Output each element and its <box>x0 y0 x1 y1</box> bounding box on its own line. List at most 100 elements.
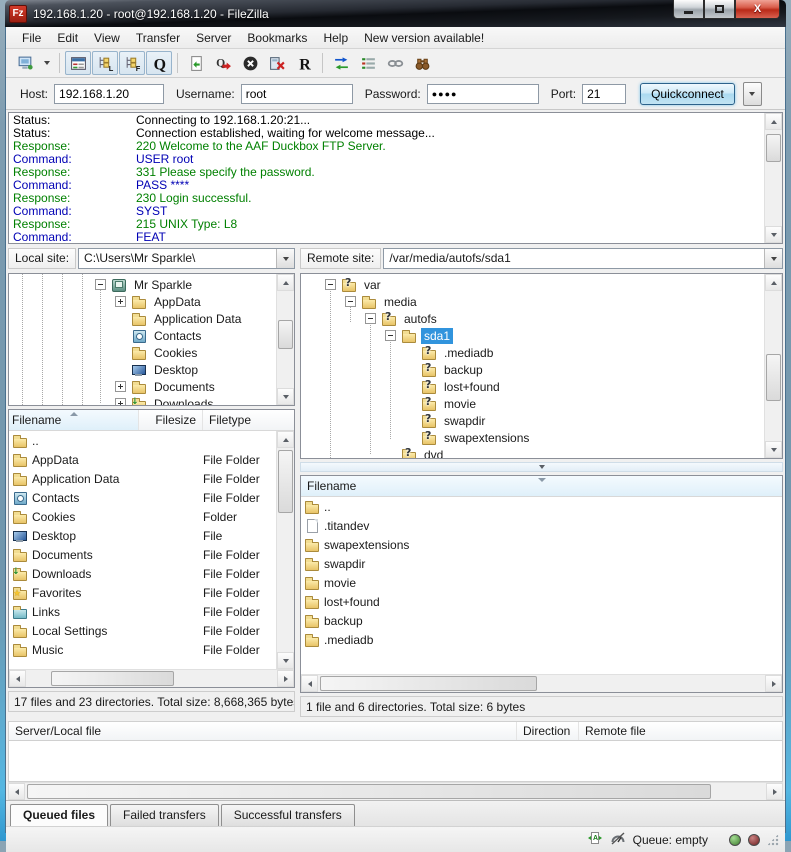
transfer-type-icon[interactable]: A <box>587 831 603 849</box>
local-file-row[interactable]: Application DataFile Folder <box>9 469 276 488</box>
expand-icon[interactable] <box>115 296 126 307</box>
queue-horizontal-scrollbar[interactable] <box>8 782 783 800</box>
tab-queued-files[interactable]: Queued files <box>10 804 108 826</box>
scrollbar-thumb[interactable] <box>278 320 293 349</box>
scroll-down-icon[interactable] <box>765 226 782 243</box>
remote-file-row[interactable]: movie <box>301 573 782 592</box>
port-input[interactable] <box>582 84 626 104</box>
synchronized-browsing-icon[interactable] <box>382 51 408 75</box>
column-header-filesize[interactable]: Filesize <box>139 410 203 430</box>
remote-site-combobox[interactable]: /var/media/autofs/sda1 <box>383 248 783 269</box>
menu-edit[interactable]: Edit <box>49 29 86 47</box>
tab-failed-transfers[interactable]: Failed transfers <box>110 804 219 826</box>
remote-tree-item[interactable]: movie <box>301 395 764 412</box>
local-list-vertical-scrollbar[interactable] <box>276 431 294 669</box>
remote-file-row[interactable]: swapextensions <box>301 535 782 554</box>
expand-icon[interactable] <box>115 398 126 405</box>
find-files-icon[interactable] <box>409 51 435 75</box>
remote-tree-item[interactable]: backup <box>301 361 764 378</box>
toggle-remote-tree-icon[interactable]: F <box>119 51 145 75</box>
menu-transfer[interactable]: Transfer <box>128 29 188 47</box>
remote-tree-item[interactable]: dvd <box>301 446 764 458</box>
quickconnect-button[interactable]: Quickconnect <box>640 83 735 105</box>
menu-new-version[interactable]: New version available! <box>356 29 492 47</box>
cancel-icon[interactable] <box>237 51 263 75</box>
remote-tree-item[interactable]: autofs <box>301 310 764 327</box>
remote-file-row[interactable]: .. <box>301 497 782 516</box>
toggle-message-log-icon[interactable] <box>65 51 91 75</box>
collapse-icon[interactable] <box>325 279 336 290</box>
scrollbar-thumb[interactable] <box>766 354 781 401</box>
remote-tree-item[interactable]: var <box>301 276 764 293</box>
scroll-left-icon[interactable] <box>301 675 318 692</box>
local-list-horizontal-scrollbar[interactable] <box>9 669 294 687</box>
remote-tree-vertical-scrollbar[interactable] <box>764 274 782 458</box>
menu-file[interactable]: File <box>14 29 49 47</box>
remote-tree-item-selected[interactable]: sda1 <box>301 327 764 344</box>
remote-tree-item[interactable]: .mediadb <box>301 344 764 361</box>
scrollbar-thumb[interactable] <box>320 676 537 691</box>
menu-view[interactable]: View <box>86 29 128 47</box>
scroll-right-icon[interactable] <box>766 783 783 800</box>
column-header-remote-file[interactable]: Remote file <box>579 722 782 740</box>
local-file-row[interactable]: Local SettingsFile Folder <box>9 621 276 640</box>
remote-file-row[interactable]: backup <box>301 611 782 630</box>
scroll-down-icon[interactable] <box>277 388 294 405</box>
local-file-row[interactable]: DocumentsFile Folder <box>9 545 276 564</box>
scrollbar-thumb[interactable] <box>278 450 293 513</box>
combo-dropdown-button[interactable] <box>764 249 782 268</box>
local-tree-item[interactable]: Desktop <box>9 361 276 378</box>
column-header-filename[interactable]: Filename <box>9 410 139 430</box>
site-manager-dropdown-icon[interactable] <box>39 51 54 75</box>
column-header-filename[interactable]: Filename <box>301 476 782 496</box>
remote-list-horizontal-scrollbar[interactable] <box>301 674 782 692</box>
local-site-combobox[interactable]: C:\Users\Mr Sparkle\ <box>78 248 295 269</box>
scroll-right-icon[interactable] <box>277 670 294 687</box>
host-input[interactable] <box>54 84 164 104</box>
local-file-row[interactable]: DesktopFile <box>9 526 276 545</box>
tab-successful-transfers[interactable]: Successful transfers <box>221 804 355 826</box>
remote-pane-splitter[interactable] <box>300 462 783 472</box>
compare-directories-icon[interactable] <box>328 51 354 75</box>
collapse-icon[interactable] <box>385 330 396 341</box>
remote-tree-item[interactable]: lost+found <box>301 378 764 395</box>
local-file-row[interactable]: LinksFile Folder <box>9 602 276 621</box>
local-tree-item[interactable]: AppData <box>9 293 276 310</box>
resize-grip[interactable] <box>767 834 779 846</box>
scroll-up-icon[interactable] <box>277 431 294 448</box>
local-file-row[interactable]: ContactsFile Folder <box>9 488 276 507</box>
local-tree-item[interactable]: Cookies <box>9 344 276 361</box>
scroll-down-icon[interactable] <box>277 652 294 669</box>
local-file-row[interactable]: DownloadsFile Folder <box>9 564 276 583</box>
remote-tree-item[interactable]: swapextensions <box>301 429 764 446</box>
remote-file-row[interactable]: .titandev <box>301 516 782 535</box>
local-file-row[interactable]: .. <box>9 431 276 450</box>
local-tree-item[interactable]: Downloads <box>9 395 276 405</box>
expand-icon[interactable] <box>115 381 126 392</box>
password-input[interactable] <box>427 84 539 104</box>
menu-bookmarks[interactable]: Bookmarks <box>239 29 315 47</box>
scroll-up-icon[interactable] <box>277 274 294 291</box>
maximize-button[interactable] <box>704 0 735 19</box>
reconnect-icon[interactable]: R <box>291 51 317 75</box>
toggle-local-tree-icon[interactable]: L <box>92 51 118 75</box>
scroll-up-icon[interactable] <box>765 113 782 130</box>
remote-file-row[interactable]: lost+found <box>301 592 782 611</box>
column-header-direction[interactable]: Direction <box>517 722 579 740</box>
speed-limits-icon[interactable] <box>610 831 626 849</box>
scrollbar-thumb[interactable] <box>27 784 711 799</box>
scroll-up-icon[interactable] <box>765 274 782 291</box>
collapse-icon[interactable] <box>95 279 106 290</box>
local-file-row[interactable]: CookiesFolder <box>9 507 276 526</box>
scroll-right-icon[interactable] <box>765 675 782 692</box>
menu-help[interactable]: Help <box>315 29 356 47</box>
scroll-left-icon[interactable] <box>8 783 25 800</box>
remote-file-row[interactable]: .mediadb <box>301 630 782 649</box>
refresh-icon[interactable] <box>183 51 209 75</box>
scrollbar-thumb[interactable] <box>51 671 173 686</box>
site-manager-icon[interactable] <box>12 51 38 75</box>
local-tree-item[interactable]: Contacts <box>9 327 276 344</box>
disconnect-icon[interactable] <box>264 51 290 75</box>
quickconnect-dropdown-button[interactable] <box>743 82 762 106</box>
remote-tree-item[interactable]: swapdir <box>301 412 764 429</box>
